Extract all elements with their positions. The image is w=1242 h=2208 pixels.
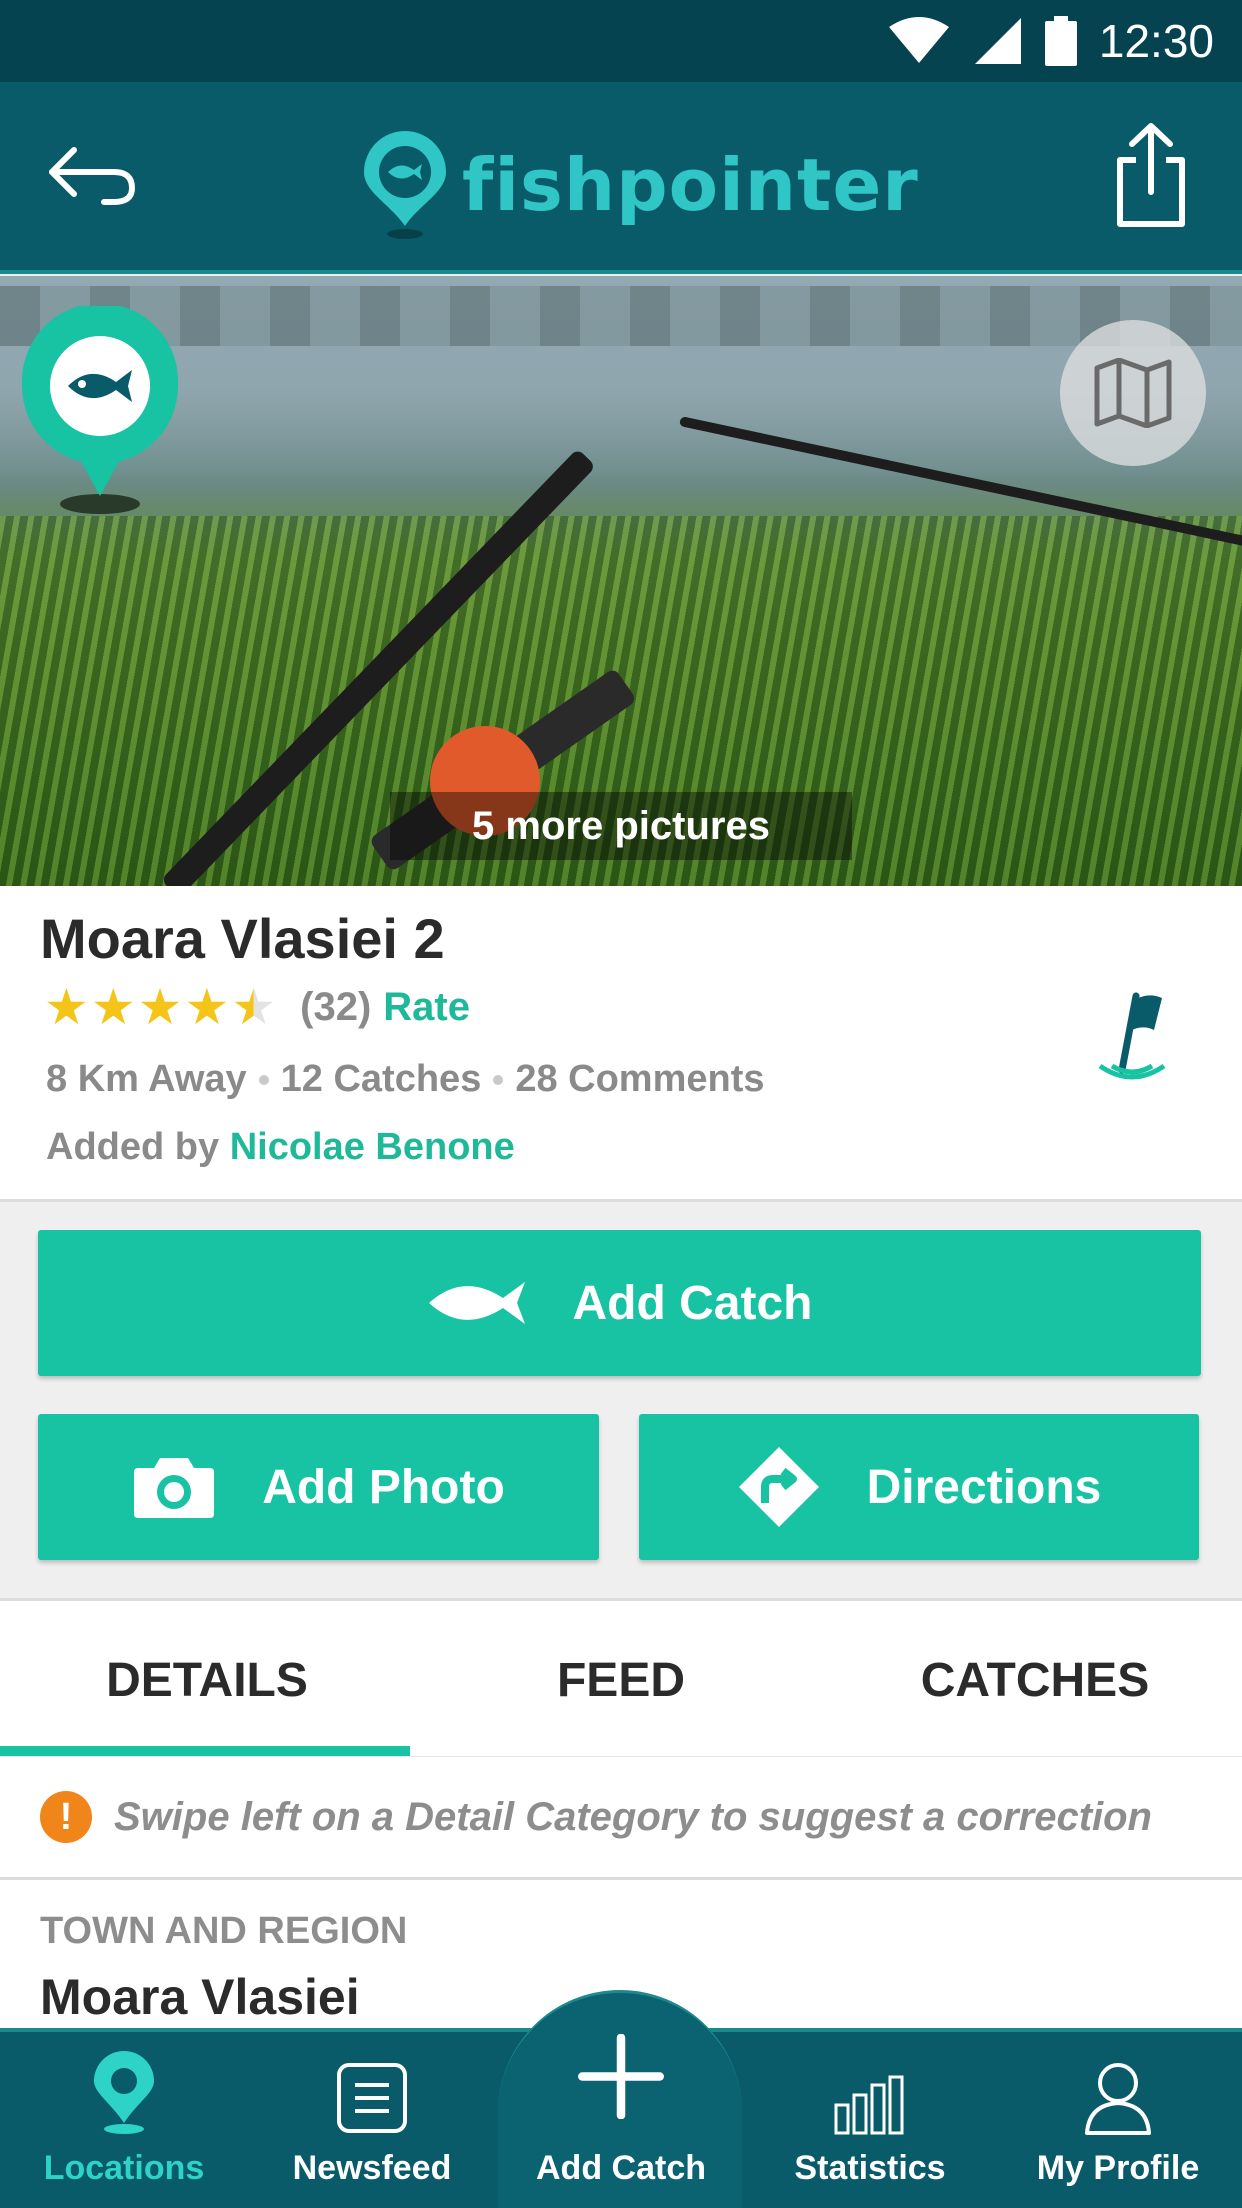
nav-my-profile-label: My Profile bbox=[1036, 2149, 1200, 2187]
map-view-button[interactable] bbox=[1060, 320, 1206, 466]
plus-icon bbox=[578, 2034, 664, 2119]
star-icon: ★ bbox=[44, 979, 89, 1035]
report-flag-icon[interactable] bbox=[1092, 990, 1172, 1094]
star-icon: ★ bbox=[137, 979, 183, 1035]
status-time: 12:30 bbox=[1098, 15, 1214, 67]
added-by-label: Added by bbox=[46, 1126, 220, 1168]
nav-newsfeed[interactable]: Newsfeed bbox=[248, 2034, 496, 2208]
correction-hint: ! Swipe left on a Detail Category to sug… bbox=[0, 1756, 1242, 1880]
nav-statistics-label: Statistics bbox=[794, 2149, 946, 2187]
add-photo-button[interactable]: Add Photo bbox=[38, 1414, 599, 1560]
location-photo[interactable]: 5 more pictures bbox=[0, 276, 1242, 886]
star-icon: ★ bbox=[184, 979, 230, 1035]
app-bar: fishpointer bbox=[0, 82, 1242, 274]
map-icon bbox=[1094, 358, 1172, 428]
newsfeed-icon bbox=[337, 2063, 407, 2133]
catches-count: 12 Catches bbox=[280, 1058, 482, 1100]
distance-text: 8 Km Away bbox=[46, 1058, 247, 1100]
directions-label: Directions bbox=[866, 1460, 1102, 1514]
nav-add-catch[interactable]: Add Catch bbox=[497, 2034, 745, 2208]
directions-button[interactable]: Directions bbox=[639, 1414, 1199, 1560]
logo-text: fishpointer bbox=[462, 143, 919, 227]
star-rating: ★ ★ ★ ★ ★ bbox=[44, 982, 276, 1032]
add-catch-button[interactable]: Add Catch bbox=[38, 1230, 1201, 1376]
separator-dot bbox=[258, 1074, 269, 1085]
fish-icon bbox=[428, 1282, 525, 1324]
rating-row: ★ ★ ★ ★ ★ (32) Rate bbox=[44, 982, 470, 1032]
author-link[interactable]: Nicolae Benone bbox=[230, 1126, 515, 1168]
rate-link[interactable]: Rate bbox=[383, 985, 470, 1030]
detail-value: Moara Vlasiei bbox=[40, 1969, 360, 2025]
warning-icon: ! bbox=[40, 1791, 92, 1843]
status-bar: 12:30 bbox=[0, 0, 1242, 82]
share-button[interactable] bbox=[1106, 120, 1196, 230]
back-button[interactable] bbox=[44, 142, 144, 212]
tab-feed[interactable]: FEED bbox=[414, 1601, 828, 1759]
fish-pin-logo-icon bbox=[364, 131, 446, 239]
location-title: Moara Vlasiei 2 bbox=[40, 907, 445, 970]
half-star-icon: ★ bbox=[231, 979, 277, 1035]
bar-chart-icon bbox=[834, 2075, 904, 2135]
nav-my-profile[interactable]: My Profile bbox=[994, 2034, 1242, 2208]
signal-icon bbox=[974, 18, 1021, 64]
treeline-reflection bbox=[0, 286, 1242, 346]
share-icon bbox=[1117, 123, 1185, 227]
back-arrow-icon bbox=[49, 147, 136, 205]
directions-icon bbox=[738, 1447, 819, 1527]
separator-dot bbox=[493, 1074, 504, 1085]
fish-location-pin-icon bbox=[22, 306, 178, 514]
battery-icon bbox=[1044, 16, 1077, 66]
location-stats: 8 Km Away 12 Catches 28 Comments bbox=[46, 1058, 765, 1101]
nav-locations[interactable]: Locations bbox=[0, 2034, 248, 2208]
nav-locations-label: Locations bbox=[43, 2149, 205, 2187]
add-catch-label: Add Catch bbox=[572, 1276, 813, 1330]
hint-text: Swipe left on a Detail Category to sugge… bbox=[114, 1794, 1152, 1839]
detail-label: TOWN AND REGION bbox=[40, 1910, 408, 1952]
status-icons: 12:30 bbox=[887, 14, 1214, 68]
location-pin-icon bbox=[94, 2051, 154, 2134]
tab-details[interactable]: DETAILS bbox=[0, 1601, 414, 1759]
added-by-row: Added by Nicolae Benone bbox=[46, 1126, 515, 1169]
wifi-icon bbox=[888, 17, 949, 63]
rating-count: (32) bbox=[300, 984, 372, 1029]
add-photo-label: Add Photo bbox=[262, 1460, 505, 1514]
nav-statistics[interactable]: Statistics bbox=[746, 2034, 994, 2208]
nav-add-catch-label: Add Catch bbox=[536, 2149, 706, 2187]
tab-catches[interactable]: CATCHES bbox=[828, 1601, 1242, 1759]
active-tab-indicator bbox=[0, 1746, 410, 1756]
app-logo: fishpointer bbox=[360, 130, 919, 240]
location-info-card: Moara Vlasiei 2 ★ ★ ★ ★ ★ (32) Rate 8 Km… bbox=[0, 886, 1242, 1202]
comments-count: 28 Comments bbox=[515, 1058, 765, 1100]
star-icon: ★ bbox=[90, 979, 136, 1035]
camera-icon bbox=[134, 1458, 215, 1518]
more-pictures-button[interactable]: 5 more pictures bbox=[390, 792, 852, 860]
nav-newsfeed-label: Newsfeed bbox=[292, 2149, 452, 2187]
user-icon bbox=[1085, 2063, 1151, 2135]
tab-bar: DETAILS FEED CATCHES bbox=[0, 1598, 1242, 1756]
